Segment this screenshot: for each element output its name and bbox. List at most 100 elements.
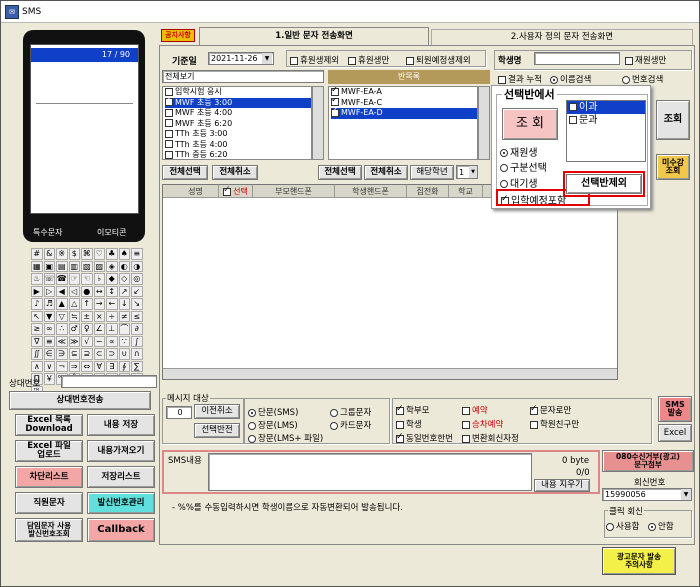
symbol-key[interactable]: ≫ xyxy=(68,335,80,347)
grid-h-scrollbar[interactable] xyxy=(163,368,617,379)
symbol-key[interactable]: ◀ xyxy=(56,285,68,297)
grid-col-name[interactable]: 성명 xyxy=(173,185,219,198)
symbol-key[interactable]: ± xyxy=(81,310,93,322)
symbol-key[interactable]: ↑ xyxy=(81,298,93,310)
item-checkbox[interactable] xyxy=(331,98,339,106)
symbol-key[interactable]: ♨ xyxy=(31,273,43,285)
clear-previous-button[interactable]: 이전취소 xyxy=(194,404,240,419)
select-all-left-button[interactable]: 전체선택 xyxy=(162,165,208,180)
symbol-key[interactable]: ￥ xyxy=(43,373,55,385)
popup-waiting-radio[interactable]: 대기생 xyxy=(500,175,538,190)
class-list-right-scrollbar[interactable] xyxy=(478,86,490,160)
phone-number-input[interactable] xyxy=(61,375,157,388)
phone-emoticon-button[interactable]: 이모티콘 xyxy=(97,227,126,238)
symbol-key[interactable]: # xyxy=(31,248,43,260)
sender-number-management-button[interactable]: 발신번호관리 xyxy=(87,492,155,514)
symbol-key[interactable]: × xyxy=(93,310,105,322)
symbol-key[interactable]: ▲ xyxy=(56,298,68,310)
symbol-key[interactable]: ≤ xyxy=(131,310,143,322)
symbol-key[interactable]: ↕ xyxy=(106,285,118,297)
class-list-left[interactable]: 입학시험 응시MWF 초등 3:00MWF 초등 4:00MWF 초등 6:20… xyxy=(162,86,312,160)
symbol-key[interactable]: ⊃ xyxy=(106,348,118,360)
symbol-key[interactable]: ☏ xyxy=(43,273,55,285)
symbol-key[interactable]: ☜ xyxy=(81,273,93,285)
result-accumulate-checkbox[interactable]: 결과 누적 xyxy=(498,73,542,85)
notice-badge[interactable]: 공지사항 xyxy=(161,29,195,42)
item-checkbox[interactable] xyxy=(165,108,173,117)
reply-number-select[interactable]: 15990056 ▼ xyxy=(602,488,692,501)
phone-send-button[interactable]: 상대번호전송 xyxy=(9,391,151,410)
tab-general-send[interactable]: 1.일반 문자 전송화면 xyxy=(199,27,429,45)
same-number-once-checkbox[interactable]: 동일번호한번 xyxy=(396,432,453,444)
item-checkbox[interactable] xyxy=(165,150,173,159)
symbol-key[interactable]: ∋ xyxy=(56,348,68,360)
student-grid[interactable]: 성명 선택 부모핸드폰 학생핸드폰 집전화 학교 xyxy=(162,184,618,380)
student-name-input[interactable] xyxy=(534,52,620,65)
symbol-key[interactable]: ⌘ xyxy=(81,248,93,260)
popup-category-radio[interactable]: 구분선택 xyxy=(500,159,547,174)
symbol-key[interactable]: ∈ xyxy=(43,348,55,360)
view-mode-select[interactable]: 전체보기 xyxy=(162,70,324,83)
symbol-key[interactable]: ↔ xyxy=(93,285,105,297)
symbol-key[interactable]: ≡ xyxy=(131,248,143,260)
select-all-right-button[interactable]: 전체선택 xyxy=(318,165,362,180)
symbol-key[interactable]: ▶ xyxy=(31,285,43,297)
select-class-button[interactable]: 선택반전 xyxy=(194,423,240,438)
name-search-radio[interactable]: 이름검색 xyxy=(550,73,591,85)
not-enrolled-search-button[interactable]: 미수강 조회 xyxy=(656,154,690,180)
class-list-left-item[interactable]: MWF 초등 3:00 xyxy=(165,97,311,108)
symbol-key[interactable]: ∠ xyxy=(93,323,105,335)
symbol-key[interactable]: ∑ xyxy=(131,360,143,372)
item-checkbox[interactable] xyxy=(165,140,173,148)
symbol-key[interactable]: ↙ xyxy=(131,285,143,297)
excel-button[interactable]: Excel xyxy=(658,424,692,442)
symbol-key[interactable]: ∇ xyxy=(31,335,43,347)
grade-select[interactable]: 1 ▼ xyxy=(456,165,478,179)
number-search-radio[interactable]: 번호검색 xyxy=(622,73,663,85)
block-list-button[interactable]: 차단리스트 xyxy=(15,466,83,488)
symbol-key[interactable]: ∪ xyxy=(118,348,130,360)
only-done-checkbox[interactable]: 휴원생만 xyxy=(348,54,389,66)
popup-category-option-2[interactable]: 문과 xyxy=(567,114,645,127)
symbol-key[interactable]: ∧ xyxy=(31,360,43,372)
symbol-key[interactable]: ▥ xyxy=(68,260,80,272)
symbol-key[interactable]: ☎ xyxy=(56,273,68,285)
symbol-key[interactable]: ∴ xyxy=(56,323,68,335)
grid-col-parent-phone[interactable]: 부모핸드폰 xyxy=(253,185,335,198)
symbol-key[interactable]: ↗ xyxy=(118,285,130,297)
save-content-button[interactable]: 내용 저장 xyxy=(87,414,155,436)
popup-category-list[interactable]: 이과 문과 xyxy=(566,100,646,162)
symbol-key[interactable]: ♭ xyxy=(93,273,105,285)
load-content-button[interactable]: 내용가져오기 xyxy=(87,440,155,462)
class-list-left-item[interactable]: TTh 초등 4:00 xyxy=(165,140,311,151)
excel-upload-button[interactable]: Excel 파일 업로드 xyxy=(15,440,83,462)
popup-search-button[interactable]: 조 회 xyxy=(502,108,558,140)
symbol-key[interactable]: ∬ xyxy=(31,348,43,360)
sms-send-button[interactable]: SMS 발송 xyxy=(658,396,692,422)
symbol-key[interactable]: ∮ xyxy=(118,360,130,372)
class-list-right[interactable]: MWF-EA-AMWF-EA-CMWF-EA-D xyxy=(328,86,478,160)
text-only-checkbox[interactable]: 문자로만 xyxy=(530,404,571,416)
grid-col-home-phone[interactable]: 집전화 xyxy=(407,185,449,198)
symbol-key[interactable]: ☞ xyxy=(68,273,80,285)
symbol-key[interactable]: ◑ xyxy=(131,260,143,272)
sms-radio[interactable]: 단문(SMS) xyxy=(248,406,298,418)
teacher-message-button[interactable]: 담임문자 사용 발신번호조회 xyxy=(15,518,83,542)
grade-label-button[interactable]: 해당학년 xyxy=(410,165,454,180)
symbol-key[interactable]: ▦ xyxy=(31,260,43,272)
symbol-key[interactable]: ≪ xyxy=(56,335,68,347)
popup-current-radio[interactable]: 재원생 xyxy=(500,144,538,159)
callback-button[interactable]: Callback xyxy=(87,518,155,542)
attend-only-checkbox[interactable]: 재원생만 xyxy=(625,54,666,66)
class-list-left-item[interactable]: MWF 초등 4:00 xyxy=(165,108,311,119)
symbol-key[interactable]: ● xyxy=(81,285,93,297)
class-list-right-item[interactable]: MWF-EA-C xyxy=(331,98,477,109)
symbol-key[interactable]: ♂ xyxy=(68,323,80,335)
symbol-key[interactable]: ▷ xyxy=(43,285,55,297)
excel-download-button[interactable]: Excel 목록 Download xyxy=(15,414,83,436)
item-checkbox[interactable] xyxy=(331,108,339,117)
receive-reject-button[interactable]: 080수신거부(광고) 문구첨부 xyxy=(602,450,694,472)
symbol-key[interactable]: ↓ xyxy=(118,298,130,310)
student-checkbox[interactable]: 학생 xyxy=(396,418,422,430)
symbol-key[interactable]: ◎ xyxy=(131,273,143,285)
